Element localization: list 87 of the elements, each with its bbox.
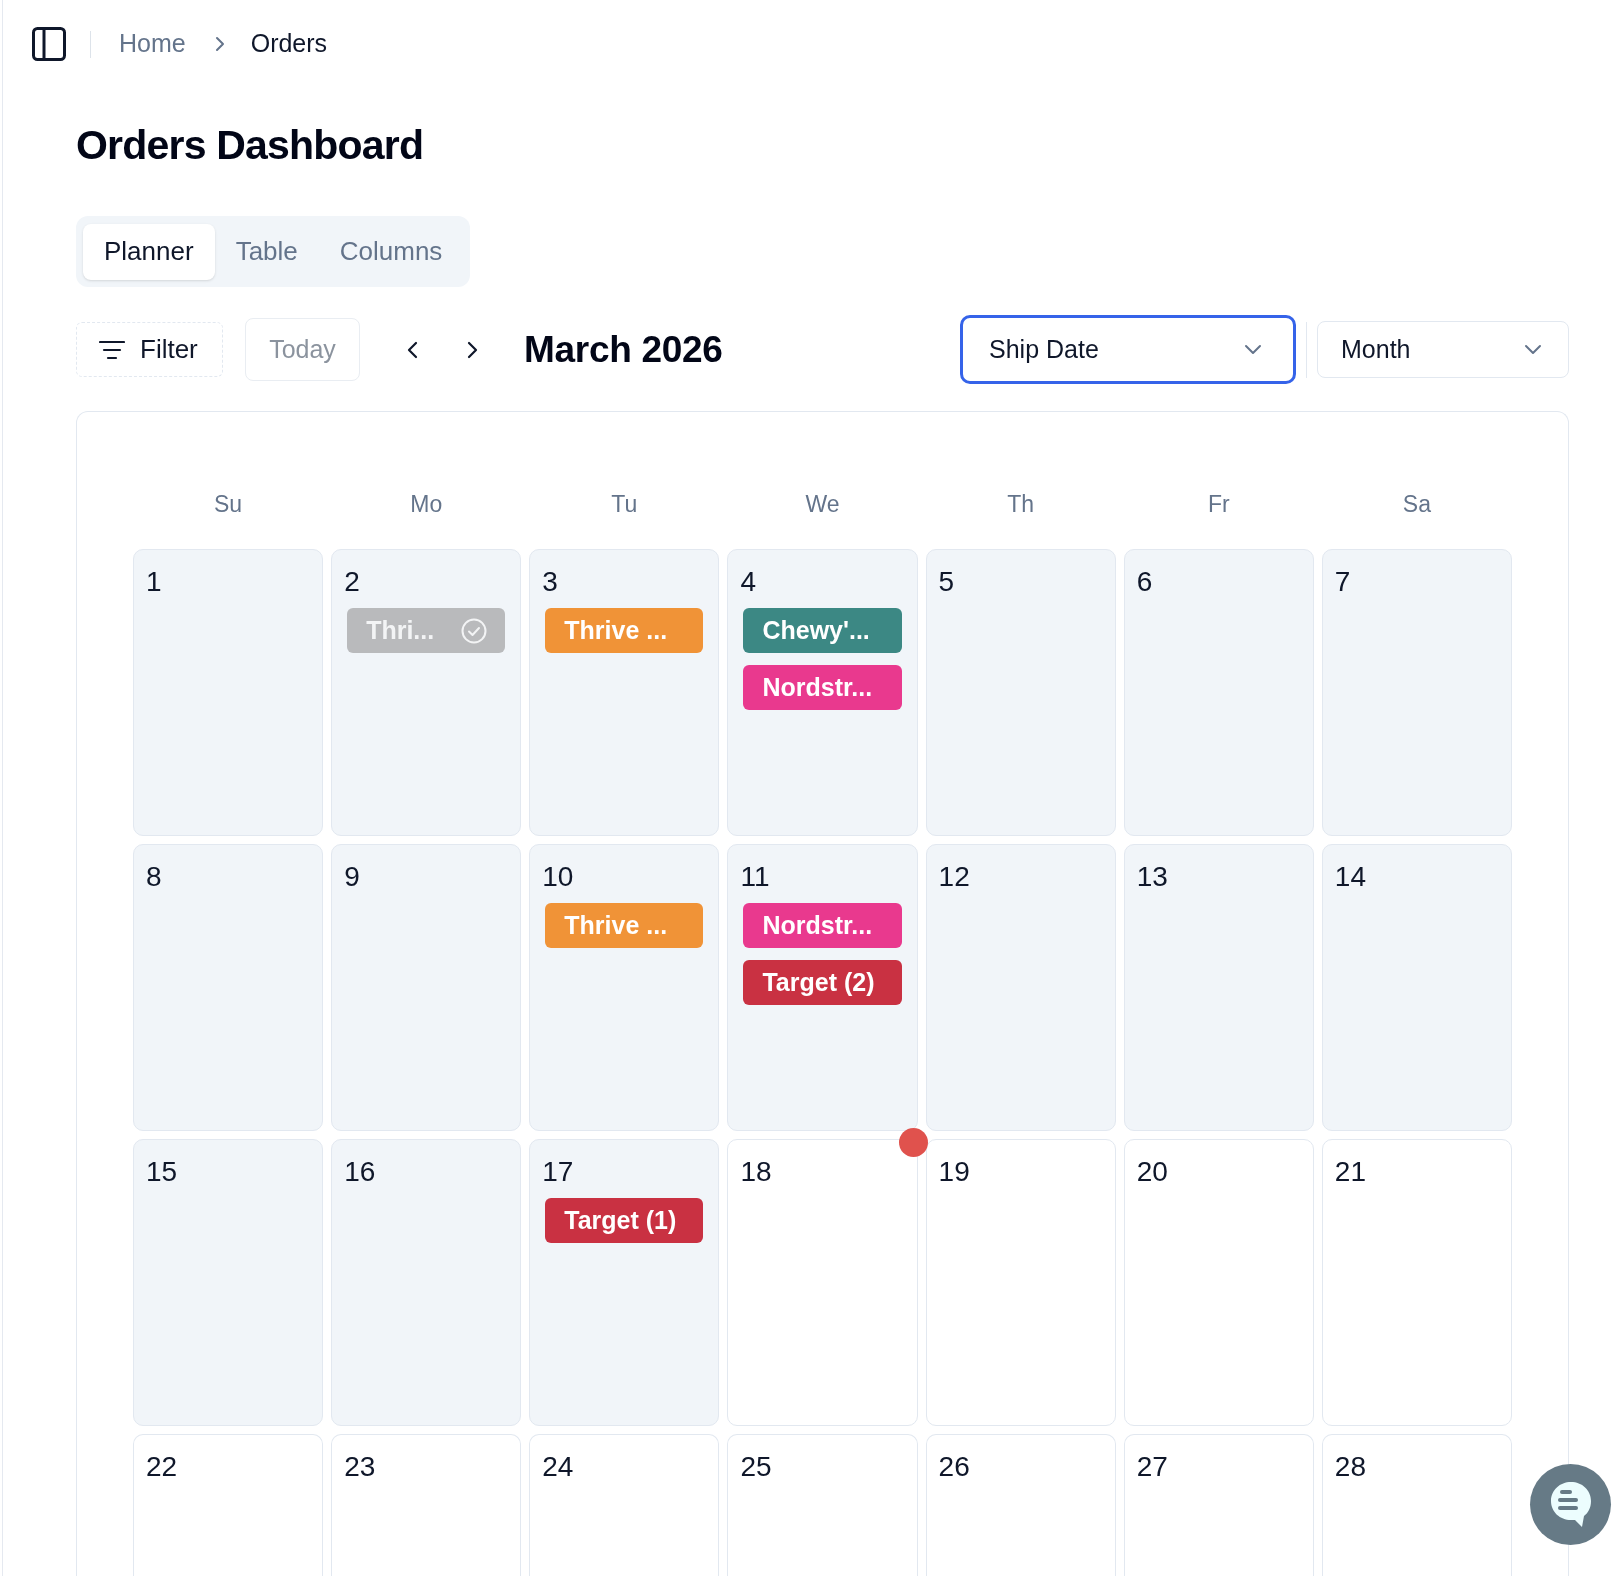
day-number: 22 <box>146 1451 178 1482</box>
day-number: 10 <box>542 861 574 892</box>
weekday-label: Fr <box>1207 490 1230 519</box>
day-cell[interactable]: 3 Thrive ... <box>529 549 720 836</box>
day-number: 21 <box>1334 1156 1366 1187</box>
day-cell[interactable]: 7 <box>1321 549 1512 836</box>
day-cell[interactable]: 12 <box>925 844 1116 1131</box>
day-cell[interactable]: 25 <box>727 1434 918 1576</box>
day-cell[interactable]: 6 <box>1123 549 1314 836</box>
day-cell[interactable]: 16 <box>331 1139 522 1426</box>
day-number: 19 <box>938 1156 970 1187</box>
sidebar-icon <box>32 27 66 61</box>
day-number: 5 <box>938 566 955 597</box>
day-number: 18 <box>740 1156 772 1187</box>
day-number: 15 <box>146 1156 178 1187</box>
weekday-label: Su <box>214 490 243 519</box>
weekday-label: Sa <box>1402 490 1431 519</box>
day-number: 1 <box>146 566 162 597</box>
day-cell[interactable]: 5 <box>925 549 1116 836</box>
day-number: 9 <box>344 861 360 892</box>
day-number: 26 <box>938 1451 970 1482</box>
weekday-label: Mo <box>410 490 443 519</box>
day-number: 24 <box>542 1451 574 1482</box>
day-number: 6 <box>1136 566 1153 597</box>
day-cell[interactable]: 18 <box>727 1139 918 1426</box>
day-cell[interactable]: 4 Chewy'... Nordstr... <box>727 549 918 836</box>
day-cell[interactable]: 17 Target (1) <box>529 1139 720 1426</box>
day-number: 7 <box>1334 566 1351 597</box>
day-cell[interactable]: 2 Thri... <box>331 549 522 836</box>
day-number: 8 <box>146 861 162 892</box>
page-title: Orders Dashboard <box>76 121 424 169</box>
day-number: 23 <box>344 1451 376 1482</box>
day-number: 13 <box>1136 861 1168 892</box>
chevron-down-icon <box>1524 344 1542 355</box>
breadcrumb-current: Orders <box>250 28 328 60</box>
breadcrumb-link[interactable]: Home <box>119 25 186 63</box>
sidebar-toggle-button[interactable] <box>32 27 66 61</box>
chevron-down-icon <box>1244 344 1262 355</box>
day-cell[interactable]: 9 <box>331 844 522 1131</box>
day-cell[interactable]: 26 <box>925 1434 1116 1576</box>
day-cell[interactable]: 19 <box>925 1139 1116 1426</box>
day-cell[interactable]: 23 <box>331 1434 522 1576</box>
day-cell[interactable]: 27 <box>1123 1434 1314 1576</box>
chevron-right-icon <box>214 36 225 52</box>
day-cell[interactable]: 10 Thrive ... <box>529 844 720 1131</box>
day-cell[interactable]: 21 <box>1321 1139 1512 1426</box>
month-title: March 2026 <box>524 327 723 372</box>
day-number: 11 <box>740 861 770 892</box>
day-cell[interactable]: 15 <box>133 1139 324 1426</box>
event-chip[interactable]: Nordstr... <box>743 903 902 948</box>
chat-bubble-icon <box>1549 1481 1592 1528</box>
chevron-left-icon <box>406 340 418 359</box>
event-chip[interactable]: Nordstr... <box>743 665 902 710</box>
day-number: 14 <box>1334 861 1366 892</box>
filter-button[interactable]: Filter <box>76 322 223 377</box>
date-field-dropdown[interactable]: Ship Date <box>960 315 1296 384</box>
day-cell[interactable]: 8 <box>133 844 324 1131</box>
day-number: 12 <box>938 861 970 892</box>
day-number: 25 <box>740 1451 772 1482</box>
day-cell[interactable]: 20 <box>1123 1139 1314 1426</box>
weekday-label: We <box>805 490 840 519</box>
day-number: 28 <box>1334 1451 1366 1482</box>
view-dropdown[interactable]: Month <box>1317 321 1569 378</box>
day-number: 2 <box>344 566 360 597</box>
day-cell[interactable]: 24 <box>529 1434 720 1576</box>
event-chip[interactable]: Target (2) <box>743 960 902 1005</box>
day-number: 17 <box>542 1156 574 1187</box>
day-number: 4 <box>740 566 756 597</box>
day-cell[interactable]: 14 <box>1321 844 1512 1131</box>
event-chip[interactable]: Chewy'... <box>743 608 902 653</box>
tab[interactable]: Columns <box>318 223 464 280</box>
day-cell[interactable]: 22 <box>133 1434 324 1576</box>
tab[interactable]: Planner <box>83 223 215 280</box>
day-cell[interactable]: 28 <box>1321 1434 1512 1576</box>
day-number: 27 <box>1136 1451 1168 1482</box>
tab[interactable]: Table <box>214 223 319 280</box>
chevron-right-icon <box>466 340 478 359</box>
day-cell[interactable]: 1 <box>133 549 324 836</box>
event-chip[interactable]: Target (1) <box>545 1198 704 1243</box>
weekday-label: Th <box>1007 490 1035 519</box>
weekday-label: Tu <box>611 490 638 519</box>
day-number: 16 <box>344 1156 376 1187</box>
filter-icon <box>99 339 125 360</box>
day-cell[interactable]: 11 Nordstr... Target (2) <box>727 844 918 1131</box>
day-number: 20 <box>1136 1156 1168 1187</box>
day-number: 3 <box>542 566 558 597</box>
day-cell[interactable]: 13 <box>1123 844 1314 1131</box>
